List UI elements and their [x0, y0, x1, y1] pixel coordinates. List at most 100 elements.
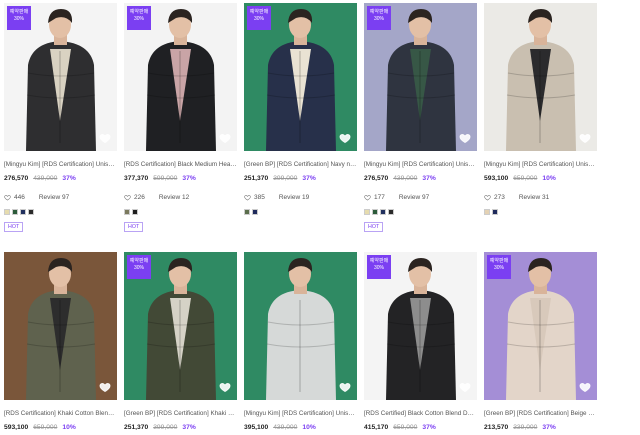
sale-price: 593,100 [4, 424, 29, 431]
color-swatch[interactable] [28, 209, 34, 215]
like-count-value: 177 [374, 194, 385, 201]
color-swatch[interactable] [364, 209, 370, 215]
model-photo [484, 3, 597, 151]
like-count-value: 273 [494, 194, 505, 201]
product-image[interactable]: 예약판매 30% [4, 3, 117, 151]
product-card[interactable]: 예약판매 30% [Mingyu Kim] [RDS Certification] … [364, 3, 477, 232]
color-swatch[interactable] [252, 209, 258, 215]
sale-price: 276,570 [364, 175, 389, 182]
color-swatch[interactable] [244, 209, 250, 215]
wishlist-button[interactable] [459, 381, 471, 393]
wishlist-button[interactable] [99, 381, 111, 393]
heart-outline-icon [484, 195, 491, 201]
heart-outline-icon [364, 195, 371, 201]
product-title[interactable]: [Mingyu Kim] [RDS Certification] Unisex … [4, 161, 117, 168]
color-swatch[interactable] [484, 209, 490, 215]
product-image[interactable]: 예약판매 30% [364, 252, 477, 400]
wishlist-button[interactable] [579, 132, 591, 144]
discount-rate: 37% [182, 424, 196, 431]
sale-price: 377,370 [124, 175, 149, 182]
hot-badge: HOT [4, 222, 24, 232]
product-stats: 226 Review 12 [124, 194, 189, 201]
heart-icon [99, 382, 111, 393]
heart-icon [219, 382, 231, 393]
product-title[interactable]: [RDS Certification] Khaki Cotton Blend B… [4, 410, 117, 417]
sale-price: 276,570 [4, 175, 29, 182]
wishlist-button[interactable] [339, 132, 351, 144]
heart-icon [219, 133, 231, 144]
price-row: 276,570 439,000 37% [364, 175, 436, 182]
color-swatch[interactable] [372, 209, 378, 215]
color-swatch[interactable] [388, 209, 394, 215]
discount-rate: 37% [302, 175, 316, 182]
product-image[interactable] [4, 252, 117, 400]
product-image[interactable]: 예약판매 30% [244, 3, 357, 151]
product-title[interactable]: [Mingyu Kim] [RDS Certification] Unisex … [244, 410, 357, 417]
discount-rate: 10% [62, 424, 76, 431]
color-swatch[interactable] [380, 209, 386, 215]
product-title[interactable]: [Green BP] [RDS Certification] Navy non … [244, 161, 357, 168]
wishlist-button[interactable] [459, 132, 471, 144]
wishlist-button[interactable] [579, 381, 591, 393]
product-title[interactable]: [Green BP] [RDS Certification] Khaki non… [124, 410, 237, 417]
pre-order-badge: 예약판매 30% [367, 255, 391, 279]
product-title[interactable]: [Green BP] [RDS Certification] Beige Sta… [484, 410, 597, 417]
product-card[interactable]: 예약판매 30% [Green BP] [RDS Certification] Be… [484, 252, 597, 431]
pre-order-badge: 예약판매 30% [127, 255, 151, 279]
color-swatch[interactable] [132, 209, 138, 215]
product-image[interactable]: 예약판매 30% [484, 252, 597, 400]
badge-label: 예약판매 [489, 258, 509, 264]
discount-rate: 10% [302, 424, 316, 431]
badge-label: 예약판매 [129, 258, 149, 264]
discount-rate: 10% [542, 175, 556, 182]
product-card[interactable]: 예약판매 30% [RDS Certification] Black Medium … [124, 3, 237, 232]
like-count: 273 [484, 194, 505, 201]
wishlist-button[interactable] [99, 132, 111, 144]
product-title[interactable]: [RDS Certification] Black Medium Heavy T… [124, 161, 237, 168]
product-card[interactable]: [Mingyu Kim] [RDS Certification] Unisex … [484, 3, 597, 215]
original-price: 399,000 [273, 175, 298, 182]
color-swatch[interactable] [12, 209, 18, 215]
product-image[interactable] [484, 3, 597, 151]
product-image[interactable] [244, 252, 357, 400]
original-price: 599,000 [153, 175, 178, 182]
product-title[interactable]: [Mingyu Kim] [RDS Certification] Unisex … [364, 161, 477, 168]
color-swatch[interactable] [492, 209, 498, 215]
heart-outline-icon [4, 195, 11, 201]
original-price: 439,000 [273, 424, 298, 431]
badge-label: 예약판매 [369, 9, 389, 15]
pre-order-badge: 예약판매 30% [367, 6, 391, 30]
heart-icon [579, 133, 591, 144]
product-card[interactable]: 예약판매 30% [Green BP] [RDS Certification] Kh… [124, 252, 237, 431]
like-count: 226 [124, 194, 145, 201]
hot-badge: HOT [124, 222, 144, 232]
pre-order-badge: 예약판매 30% [247, 6, 271, 30]
product-title[interactable]: [RDS Certified] Black Cotton Blend Deta.… [364, 410, 477, 417]
product-card[interactable]: 예약판매 30% [Mingyu Kim] [RDS Certification] … [4, 3, 117, 232]
color-swatches [484, 209, 498, 215]
badge-discount: 30% [373, 264, 384, 271]
product-title[interactable]: [Mingyu Kim] [RDS Certification] Unisex … [484, 161, 597, 168]
color-swatch[interactable] [4, 209, 10, 215]
wishlist-button[interactable] [219, 381, 231, 393]
original-price: 659,000 [33, 424, 58, 431]
color-swatch[interactable] [124, 209, 130, 215]
discount-rate: 37% [422, 175, 436, 182]
wishlist-button[interactable] [219, 132, 231, 144]
price-row: 251,370 399,000 37% [124, 424, 196, 431]
badge-discount: 30% [133, 264, 144, 271]
product-image[interactable]: 예약판매 30% [124, 252, 237, 400]
product-image[interactable]: 예약판매 30% [364, 3, 477, 151]
like-count: 385 [244, 194, 265, 201]
product-image[interactable]: 예약판매 30% [124, 3, 237, 151]
product-card[interactable]: [Mingyu Kim] [RDS Certification] Unisex … [244, 252, 357, 431]
product-card[interactable]: 예약판매 30% [Green BP] [RDS Certification] Na… [244, 3, 357, 215]
price-row: 593,100 659,000 10% [4, 424, 76, 431]
product-card[interactable]: [RDS Certification] Khaki Cotton Blend B… [4, 252, 117, 431]
original-price: 659,000 [513, 175, 538, 182]
price-row: 593,100 659,000 10% [484, 175, 556, 182]
wishlist-button[interactable] [339, 381, 351, 393]
product-card[interactable]: 예약판매 30% [RDS Certified] Black Cotton Blen… [364, 252, 477, 431]
color-swatch[interactable] [20, 209, 26, 215]
heart-icon [99, 133, 111, 144]
